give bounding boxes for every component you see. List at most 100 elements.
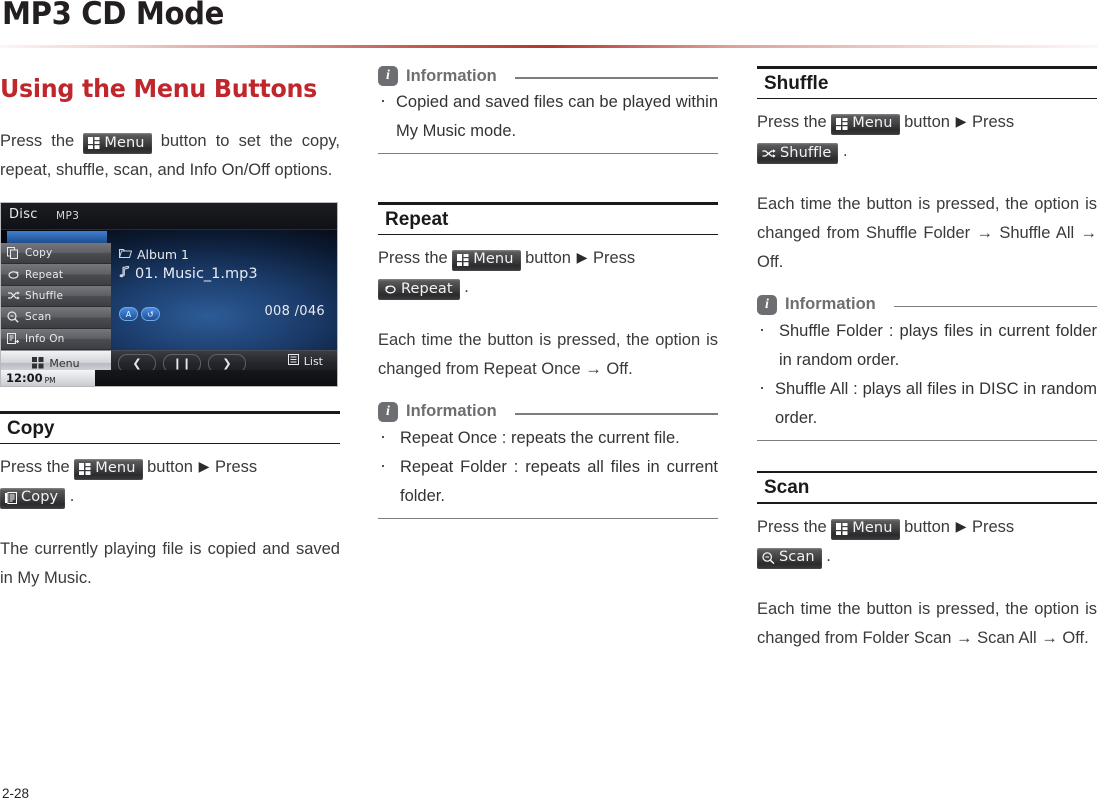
menu-key-label: Menu: [104, 134, 145, 151]
info-icon: i: [757, 294, 777, 315]
information-list-copy: Copied and saved files can be played wit…: [378, 86, 718, 146]
list-icon: [287, 354, 299, 368]
header-divider: [0, 45, 1098, 48]
information-list-repeat: Repeat Once : repeats the current file. …: [378, 422, 718, 511]
information-list-shuffle: Shuffle Folder : plays files in current …: [757, 315, 1097, 433]
step-period: .: [843, 141, 848, 160]
information-rule: [514, 77, 718, 79]
music-note-icon: [119, 265, 130, 282]
step-period: .: [464, 277, 469, 296]
step-press: Press: [592, 248, 636, 267]
device-status-badge-repeat: ↺: [141, 307, 160, 321]
step-arrow-icon: ▶: [198, 457, 210, 474]
menu-grid-icon: [457, 253, 469, 266]
menu-grid-icon: [836, 117, 848, 130]
section-heading-scan: Scan: [757, 470, 1097, 504]
repeat-description: Each time the button is pressed, the opt…: [378, 330, 718, 378]
section-heading-repeat: Repeat: [378, 202, 718, 235]
menu-grid-icon: [79, 462, 91, 475]
repeat-steps: Press the Menu button ▶ Press Repeat .: [378, 243, 718, 302]
scan-key-badge: Scan: [757, 547, 822, 569]
list-item: Repeat Folder : repeats all files in cur…: [378, 451, 718, 511]
device-menu-item-info-on[interactable]: Info On: [1, 328, 111, 350]
step-prefix: Press the: [378, 248, 448, 267]
section-heading-shuffle: Shuffle: [757, 66, 1097, 99]
menu-key-label: Menu: [852, 115, 893, 132]
device-top-bar: [1, 203, 337, 230]
device-screenshot: Disc MP3 Copy Repeat Shuffle Scan Info O…: [0, 202, 338, 387]
device-menu-item-scan[interactable]: Scan: [1, 307, 111, 329]
device-menu-item-label: Shuffle: [25, 289, 64, 302]
info-icon: i: [378, 66, 398, 86]
step-middle: button: [525, 248, 571, 267]
repeat-icon: [383, 284, 397, 295]
information-title: Information: [406, 66, 497, 85]
scan-icon: [762, 551, 775, 564]
scan-icon: [7, 311, 21, 324]
information-rule: [893, 306, 1097, 308]
menu-key-label: Menu: [473, 251, 514, 268]
device-track-row: 01. Music_1.mp3: [119, 265, 258, 282]
device-menu-panel: Copy Repeat Shuffle Scan Info On: [1, 243, 111, 350]
device-menu-item-label: Scan: [25, 311, 52, 324]
section-heading-label: Repeat: [385, 208, 449, 230]
device-list-button[interactable]: List: [287, 354, 323, 368]
step-period: .: [826, 546, 831, 565]
shuffle-description: Each time the button is pressed, the opt…: [757, 194, 1097, 271]
menu-key-badge: Menu: [831, 518, 900, 540]
repeat-key-badge: Repeat: [378, 279, 460, 301]
scan-steps: Press the Menu button ▶ Press Scan .: [757, 512, 1097, 571]
page-title: MP3 CD Mode: [2, 0, 225, 32]
device-track-name: 01. Music_1.mp3: [135, 266, 258, 282]
menu-key-label: Menu: [852, 520, 893, 537]
section-heading-copy: Copy: [0, 411, 340, 444]
repeat-key-label: Repeat: [401, 280, 453, 297]
device-status-badges: A ↺: [119, 307, 160, 321]
list-item: Shuffle All : plays all files in DISC in…: [757, 373, 1097, 433]
menu-key-badge: Menu: [831, 113, 900, 135]
information-title: Information: [406, 402, 497, 421]
copy-description: The currently playing file is copied and…: [0, 539, 340, 587]
list-item: Repeat Once : repeats the current file.: [378, 422, 718, 453]
step-prefix: Press the: [757, 112, 827, 131]
intro-text-before: Press the: [0, 132, 75, 150]
information-header-shuffle: i Information: [757, 294, 1097, 315]
section-heading-label: Shuffle: [764, 72, 829, 94]
section-title-using-the-menu-buttons: Using the Menu Buttons: [0, 74, 318, 103]
step-middle: button: [147, 457, 193, 476]
page-header: MP3 CD Mode: [0, 0, 1098, 52]
scan-description: Each time the button is pressed, the opt…: [757, 599, 1097, 647]
column-left: Using the Menu Buttons Press the Menu bu…: [0, 66, 340, 593]
section-heading-label: Copy: [7, 417, 55, 439]
step-prefix: Press the: [757, 517, 827, 536]
device-menu-item-label: Copy: [25, 247, 53, 260]
device-clock-time: 12:00: [6, 371, 43, 385]
menu-grid-icon: [836, 522, 848, 535]
device-clock-meridiem: PM: [44, 375, 56, 385]
copy-steps: Press the Menu button ▶ Press Copy .: [0, 452, 340, 511]
device-bottom-strip: [95, 370, 337, 386]
menu-grid-icon: [88, 137, 100, 149]
shuffle-icon: [762, 148, 776, 159]
step-arrow-icon: ▶: [576, 248, 588, 265]
step-press: Press: [214, 457, 258, 476]
information-header-repeat: i Information: [378, 401, 718, 422]
section-heading-label: Scan: [764, 477, 810, 499]
step-period: .: [69, 486, 75, 505]
information-title: Information: [785, 295, 876, 314]
device-menu-item-label: Info On: [25, 332, 65, 345]
shuffle-key-badge: Shuffle: [757, 143, 839, 165]
device-list-button-label: List: [303, 354, 323, 368]
shuffle-steps: Press the Menu button ▶ Press Shuffle .: [757, 107, 1097, 166]
menu-key-label: Menu: [95, 460, 136, 477]
device-menu-item-shuffle[interactable]: Shuffle: [1, 285, 111, 308]
shuffle-key-label: Shuffle: [780, 144, 832, 161]
page-number: 2-28: [2, 786, 30, 801]
info-on-icon: [7, 332, 21, 345]
device-track-count: 008 /046: [264, 304, 325, 319]
information-bottom-rule: [378, 517, 718, 520]
copy-key-label: Copy: [21, 489, 59, 506]
intro-paragraph: Press the Menu button to set the copy, r…: [0, 127, 340, 185]
device-menu-item-repeat[interactable]: Repeat: [1, 264, 111, 286]
device-menu-item-copy[interactable]: Copy: [1, 243, 111, 265]
